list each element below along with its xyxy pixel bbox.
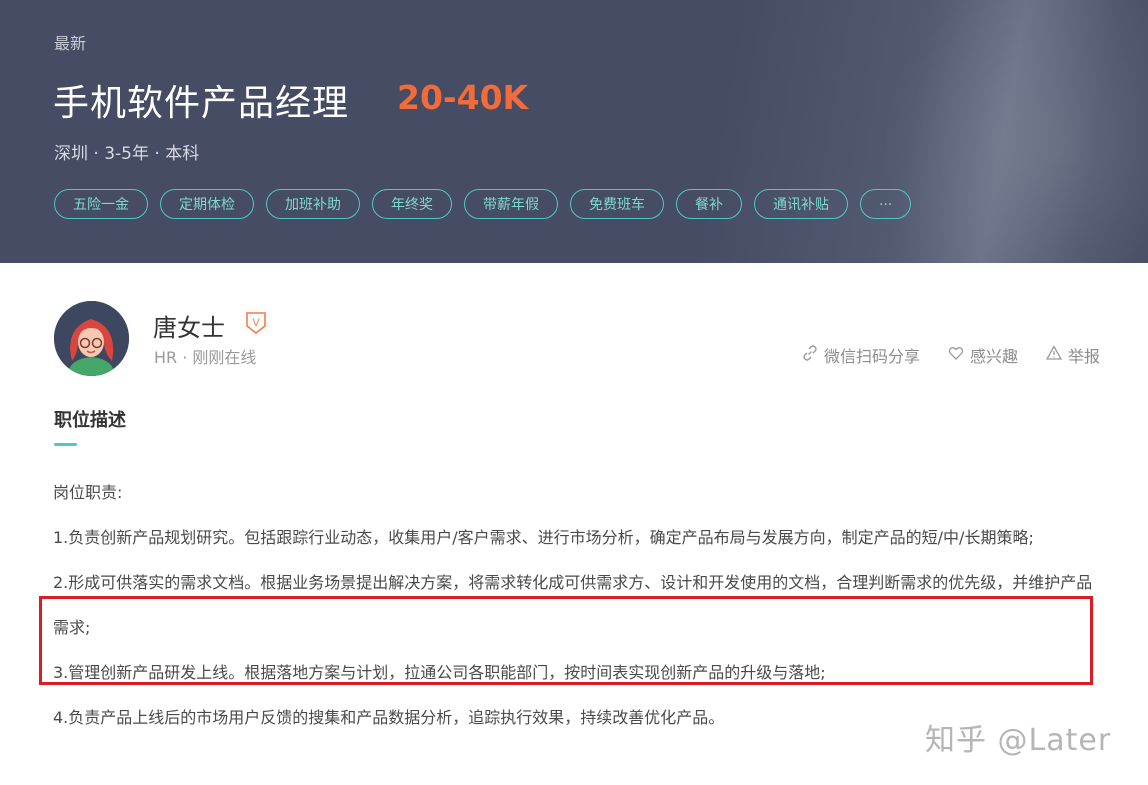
section-underline bbox=[54, 443, 77, 446]
description-item: 1.负责创新产品规划研究。包括跟踪行业动态，收集用户/客户需求、进行市场分析，确… bbox=[53, 528, 1034, 547]
benefit-tag: 免费班车 bbox=[570, 189, 664, 219]
benefit-tag: 通讯补贴 bbox=[754, 189, 848, 219]
recruiter-name: 唐女士 bbox=[153, 314, 225, 342]
highlight-annotation-box bbox=[39, 596, 1093, 685]
verified-badge-icon: V bbox=[246, 312, 266, 335]
heart-icon bbox=[948, 345, 964, 365]
recruiter-status: HR · 刚刚在线 bbox=[154, 348, 257, 367]
job-meta: 深圳 · 3-5年 · 本科 bbox=[54, 144, 200, 164]
job-title: 手机软件产品经理 bbox=[53, 83, 350, 124]
share-button[interactable]: 微信扫码分享 bbox=[802, 343, 920, 367]
interest-button[interactable]: 感兴趣 bbox=[948, 343, 1018, 367]
report-button[interactable]: 举报 bbox=[1045, 343, 1100, 367]
action-bar: 微信扫码分享 感兴趣 举报 bbox=[802, 343, 1100, 367]
watermark: 知乎 @Later bbox=[925, 723, 1112, 758]
avatar-illustration bbox=[54, 301, 129, 376]
salary: 20-40K bbox=[397, 78, 529, 117]
benefit-tag: 餐补 bbox=[676, 189, 742, 219]
description-heading: 岗位职责: bbox=[53, 483, 123, 502]
section-title: 职位描述 bbox=[54, 410, 126, 431]
benefit-tag: 加班补助 bbox=[266, 189, 360, 219]
job-header: 最新 手机软件产品经理 20-40K 深圳 · 3-5年 · 本科 五险一金 定… bbox=[0, 0, 1148, 263]
warning-icon bbox=[1045, 345, 1063, 365]
benefit-tag: 年终奖 bbox=[372, 189, 452, 219]
report-label: 举报 bbox=[1067, 347, 1100, 366]
avatar[interactable] bbox=[54, 301, 129, 376]
benefit-tag: 带薪年假 bbox=[464, 189, 558, 219]
benefit-tag: 五险一金 bbox=[54, 189, 148, 219]
share-label: 微信扫码分享 bbox=[823, 347, 920, 366]
badge-letter: V bbox=[252, 317, 260, 329]
link-icon bbox=[802, 345, 818, 365]
benefit-tags: 五险一金 定期体检 加班补助 年终奖 带薪年假 免费班车 餐补 通讯补贴 ··· bbox=[54, 189, 912, 219]
more-benefits-button[interactable]: ··· bbox=[860, 189, 912, 219]
interest-label: 感兴趣 bbox=[969, 347, 1018, 366]
new-tag: 最新 bbox=[54, 34, 87, 53]
header-decoration bbox=[848, 0, 1148, 263]
benefit-tag: 定期体检 bbox=[160, 189, 254, 219]
